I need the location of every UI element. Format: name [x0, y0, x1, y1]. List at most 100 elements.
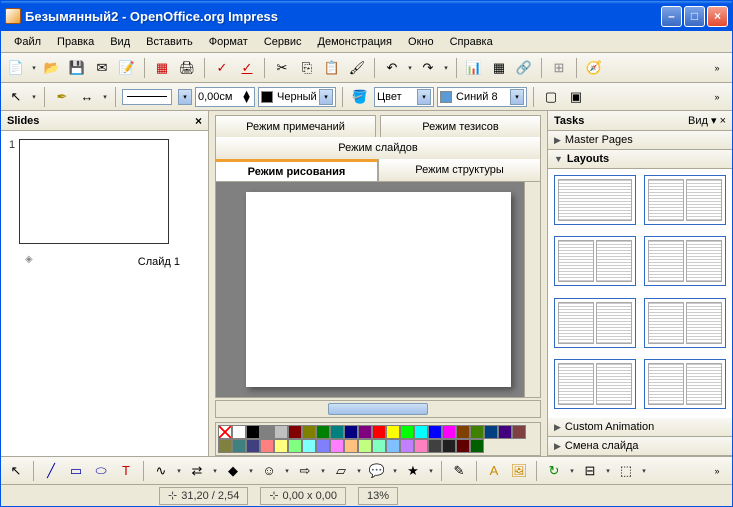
color-swatch[interactable]	[442, 439, 456, 453]
shapes-tool[interactable]: ◆	[222, 460, 244, 482]
flowchart-tool[interactable]: ▱	[330, 460, 352, 482]
tab-drawing[interactable]: Режим рисования	[215, 159, 378, 181]
select-tool[interactable]: ↖	[5, 460, 27, 482]
tasks-view-menu[interactable]: Вид ▾ ×	[688, 114, 726, 127]
save-button[interactable]: 💾	[66, 57, 88, 79]
fontwork-tool[interactable]: A	[483, 460, 505, 482]
vertical-scrollbar[interactable]	[524, 182, 540, 397]
color-swatch[interactable]	[302, 439, 316, 453]
autospell-button[interactable]: ✓	[236, 57, 258, 79]
menu-демонстрация[interactable]: Демонстрация	[311, 34, 400, 50]
menu-файл[interactable]: Файл	[7, 34, 48, 50]
gallery-tool[interactable]: 🖼	[508, 460, 530, 482]
tab-slides[interactable]: Режим слайдов	[215, 137, 541, 159]
layout-option[interactable]	[644, 359, 726, 409]
color-swatch[interactable]	[442, 425, 456, 439]
color-swatch[interactable]	[358, 439, 372, 453]
smiley-tool[interactable]: ☺	[258, 460, 280, 482]
fill-color-combo[interactable]: Синий 8▾	[437, 87, 527, 107]
fill-type-combo[interactable]: Цвет▾	[374, 87, 434, 107]
color-swatch[interactable]	[274, 425, 288, 439]
task-section-animation[interactable]: ▶Custom Animation	[548, 418, 732, 437]
color-swatch[interactable]	[400, 439, 414, 453]
arrow-tool[interactable]: ↔	[76, 86, 98, 108]
layout-option[interactable]	[644, 298, 726, 348]
color-swatch[interactable]	[302, 425, 316, 439]
tab-notes[interactable]: Режим примечаний	[215, 115, 376, 137]
pointer-tool[interactable]: ↖	[5, 86, 27, 108]
bucket-icon[interactable]: 🪣	[349, 86, 371, 108]
color-swatch[interactable]	[414, 439, 428, 453]
color-swatch[interactable]	[246, 439, 260, 453]
menu-справка[interactable]: Справка	[443, 34, 500, 50]
slides-panel-close[interactable]: ×	[195, 114, 202, 128]
horizontal-scrollbar[interactable]	[215, 400, 541, 418]
layout-option[interactable]	[554, 236, 636, 286]
curve-tool[interactable]: ∿	[150, 460, 172, 482]
edit-button[interactable]: 📝	[116, 57, 138, 79]
menu-вид[interactable]: Вид	[103, 34, 137, 50]
color-swatch[interactable]	[400, 425, 414, 439]
color-swatch[interactable]	[260, 439, 274, 453]
cut-button[interactable]: ✂	[271, 57, 293, 79]
new-doc-button[interactable]: 📄	[5, 57, 27, 79]
points-tool[interactable]: ✎	[448, 460, 470, 482]
task-section-transition[interactable]: ▶Смена слайда	[548, 437, 732, 456]
color-swatch[interactable]	[260, 425, 274, 439]
line-width-field[interactable]: 0,00см▲▼	[195, 87, 255, 107]
color-swatch[interactable]	[428, 439, 442, 453]
color-swatch[interactable]	[414, 425, 428, 439]
close-button[interactable]: ×	[707, 6, 728, 27]
menu-формат[interactable]: Формат	[202, 34, 255, 50]
menu-вставить[interactable]: Вставить	[139, 34, 200, 50]
layout-option[interactable]	[554, 359, 636, 409]
line-tool[interactable]: ╱	[40, 460, 62, 482]
navigator-button[interactable]: 🧭	[583, 57, 605, 79]
ellipse-tool[interactable]: ⬭	[90, 460, 112, 482]
slide-canvas[interactable]	[246, 192, 511, 387]
format-overflow[interactable]: »	[706, 86, 728, 108]
menu-окно[interactable]: Окно	[401, 34, 441, 50]
callout-tool[interactable]: 💬	[366, 460, 388, 482]
color-swatch[interactable]	[386, 425, 400, 439]
color-swatch[interactable]	[372, 425, 386, 439]
color-swatch[interactable]	[274, 439, 288, 453]
text-tool[interactable]: T	[115, 460, 137, 482]
connector-tool[interactable]: ⇄	[186, 460, 208, 482]
color-swatch[interactable]	[218, 439, 232, 453]
color-swatch[interactable]	[358, 425, 372, 439]
color-swatch[interactable]	[498, 425, 512, 439]
color-swatch[interactable]	[288, 425, 302, 439]
arrange-tool[interactable]: ⬚	[615, 460, 637, 482]
rect-tool[interactable]: ▭	[65, 460, 87, 482]
slide-canvas-area[interactable]	[215, 181, 541, 398]
3d-button[interactable]: ▣	[565, 86, 587, 108]
pen-tool[interactable]: ✒	[51, 86, 73, 108]
minimize-button[interactable]: –	[661, 6, 682, 27]
format-brush-button[interactable]: 🖌	[346, 57, 368, 79]
menu-сервис[interactable]: Сервис	[257, 34, 309, 50]
tab-handout[interactable]: Режим тезисов	[380, 115, 541, 137]
align-tool[interactable]: ⊟	[579, 460, 601, 482]
shadow-button[interactable]: ▢	[540, 86, 562, 108]
slide-thumbnail-item[interactable]: 1	[9, 139, 200, 244]
status-zoom[interactable]: 13%	[358, 487, 398, 505]
email-button[interactable]: ✉	[91, 57, 113, 79]
color-swatch[interactable]	[232, 439, 246, 453]
color-swatch[interactable]	[330, 439, 344, 453]
undo-button[interactable]: ↶	[381, 57, 403, 79]
print-button[interactable]: 🖨	[176, 57, 198, 79]
color-swatch[interactable]	[456, 425, 470, 439]
line-style-combo[interactable]	[122, 89, 172, 105]
color-swatch[interactable]	[316, 425, 330, 439]
color-swatch[interactable]	[456, 439, 470, 453]
chart-button[interactable]: 📊	[463, 57, 485, 79]
pdf-button[interactable]: ▦	[151, 57, 173, 79]
rotate-tool[interactable]: ↻	[543, 460, 565, 482]
line-color-combo[interactable]: Черный▾	[258, 87, 336, 107]
copy-button[interactable]: ⎘	[296, 57, 318, 79]
spellcheck-button[interactable]: ✓	[211, 57, 233, 79]
layout-option[interactable]	[644, 236, 726, 286]
color-swatch[interactable]	[428, 425, 442, 439]
color-swatch[interactable]	[484, 425, 498, 439]
